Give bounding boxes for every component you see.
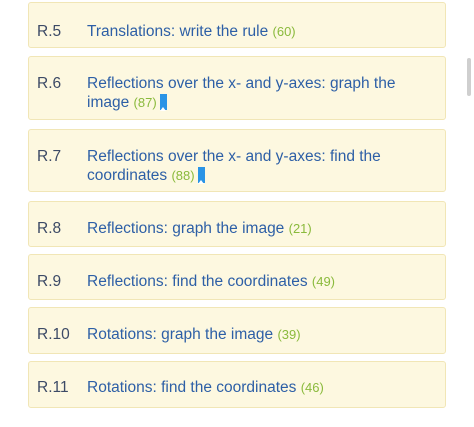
skill-title-link[interactable]: Reflections: graph the image (21) [87,219,433,238]
skill-code: R.5 [37,23,62,40]
skill-title-link[interactable]: Reflections over the x- and y-axes: find… [87,147,433,185]
skill-title: Rotations: graph the image [87,326,274,343]
skill-title-link[interactable]: Rotations: find the coordinates (46) [87,378,433,397]
skill-list: R.5 Translations: write the rule (60) R.… [28,0,446,427]
skill-title: Reflections over the x- and y-axes: find… [87,148,381,184]
skill-code: R.8 [37,220,62,237]
skill-title-link[interactable]: Rotations: graph the image (39) [87,325,433,344]
question-count: (39) [277,327,301,342]
skill-row-r5[interactable]: R.5 Translations: write the rule (60) [28,2,446,48]
skill-code: R.6 [37,75,62,92]
skill-title: Translations: write the rule [87,23,269,40]
skill-row-r9[interactable]: R.9 Reflections: find the coordinates (4… [28,254,446,300]
question-count: (21) [288,221,312,236]
question-count: (88) [171,168,195,183]
skill-code: R.9 [37,273,62,290]
question-count: (49) [311,274,336,289]
skill-row-r11[interactable]: R.11 Rotations: find the coordinates (46… [28,361,446,408]
bookmark-icon [159,94,167,111]
skill-code: R.11 [37,379,69,396]
bookmark-icon [197,167,205,184]
skill-row-r6[interactable]: R.6 Reflections over the x- and y-axes: … [28,56,446,120]
skill-title: Reflections: find the coordinates [87,273,308,290]
skill-code: R.10 [37,326,70,343]
skill-row-r8[interactable]: R.8 Reflections: graph the image (21) [28,201,446,247]
skill-title-link[interactable]: Reflections: find the coordinates (49) [87,272,433,291]
scrollbar[interactable] [465,0,474,427]
scrollbar-thumb[interactable] [467,58,471,96]
skill-title-link[interactable]: Reflections over the x- and y-axes: grap… [87,74,433,112]
skill-title-link[interactable]: Translations: write the rule (60) [87,22,433,41]
question-count: (87) [133,95,157,110]
skill-row-r7[interactable]: R.7 Reflections over the x- and y-axes: … [28,129,446,192]
skill-row-r10[interactable]: R.10 Rotations: graph the image (39) [28,307,446,354]
question-count: (60) [272,24,296,39]
skill-code: R.7 [37,148,62,165]
skill-title: Rotations: find the coordinates [87,379,297,396]
question-count: (46) [300,380,324,395]
skill-title: Reflections: graph the image [87,220,285,237]
